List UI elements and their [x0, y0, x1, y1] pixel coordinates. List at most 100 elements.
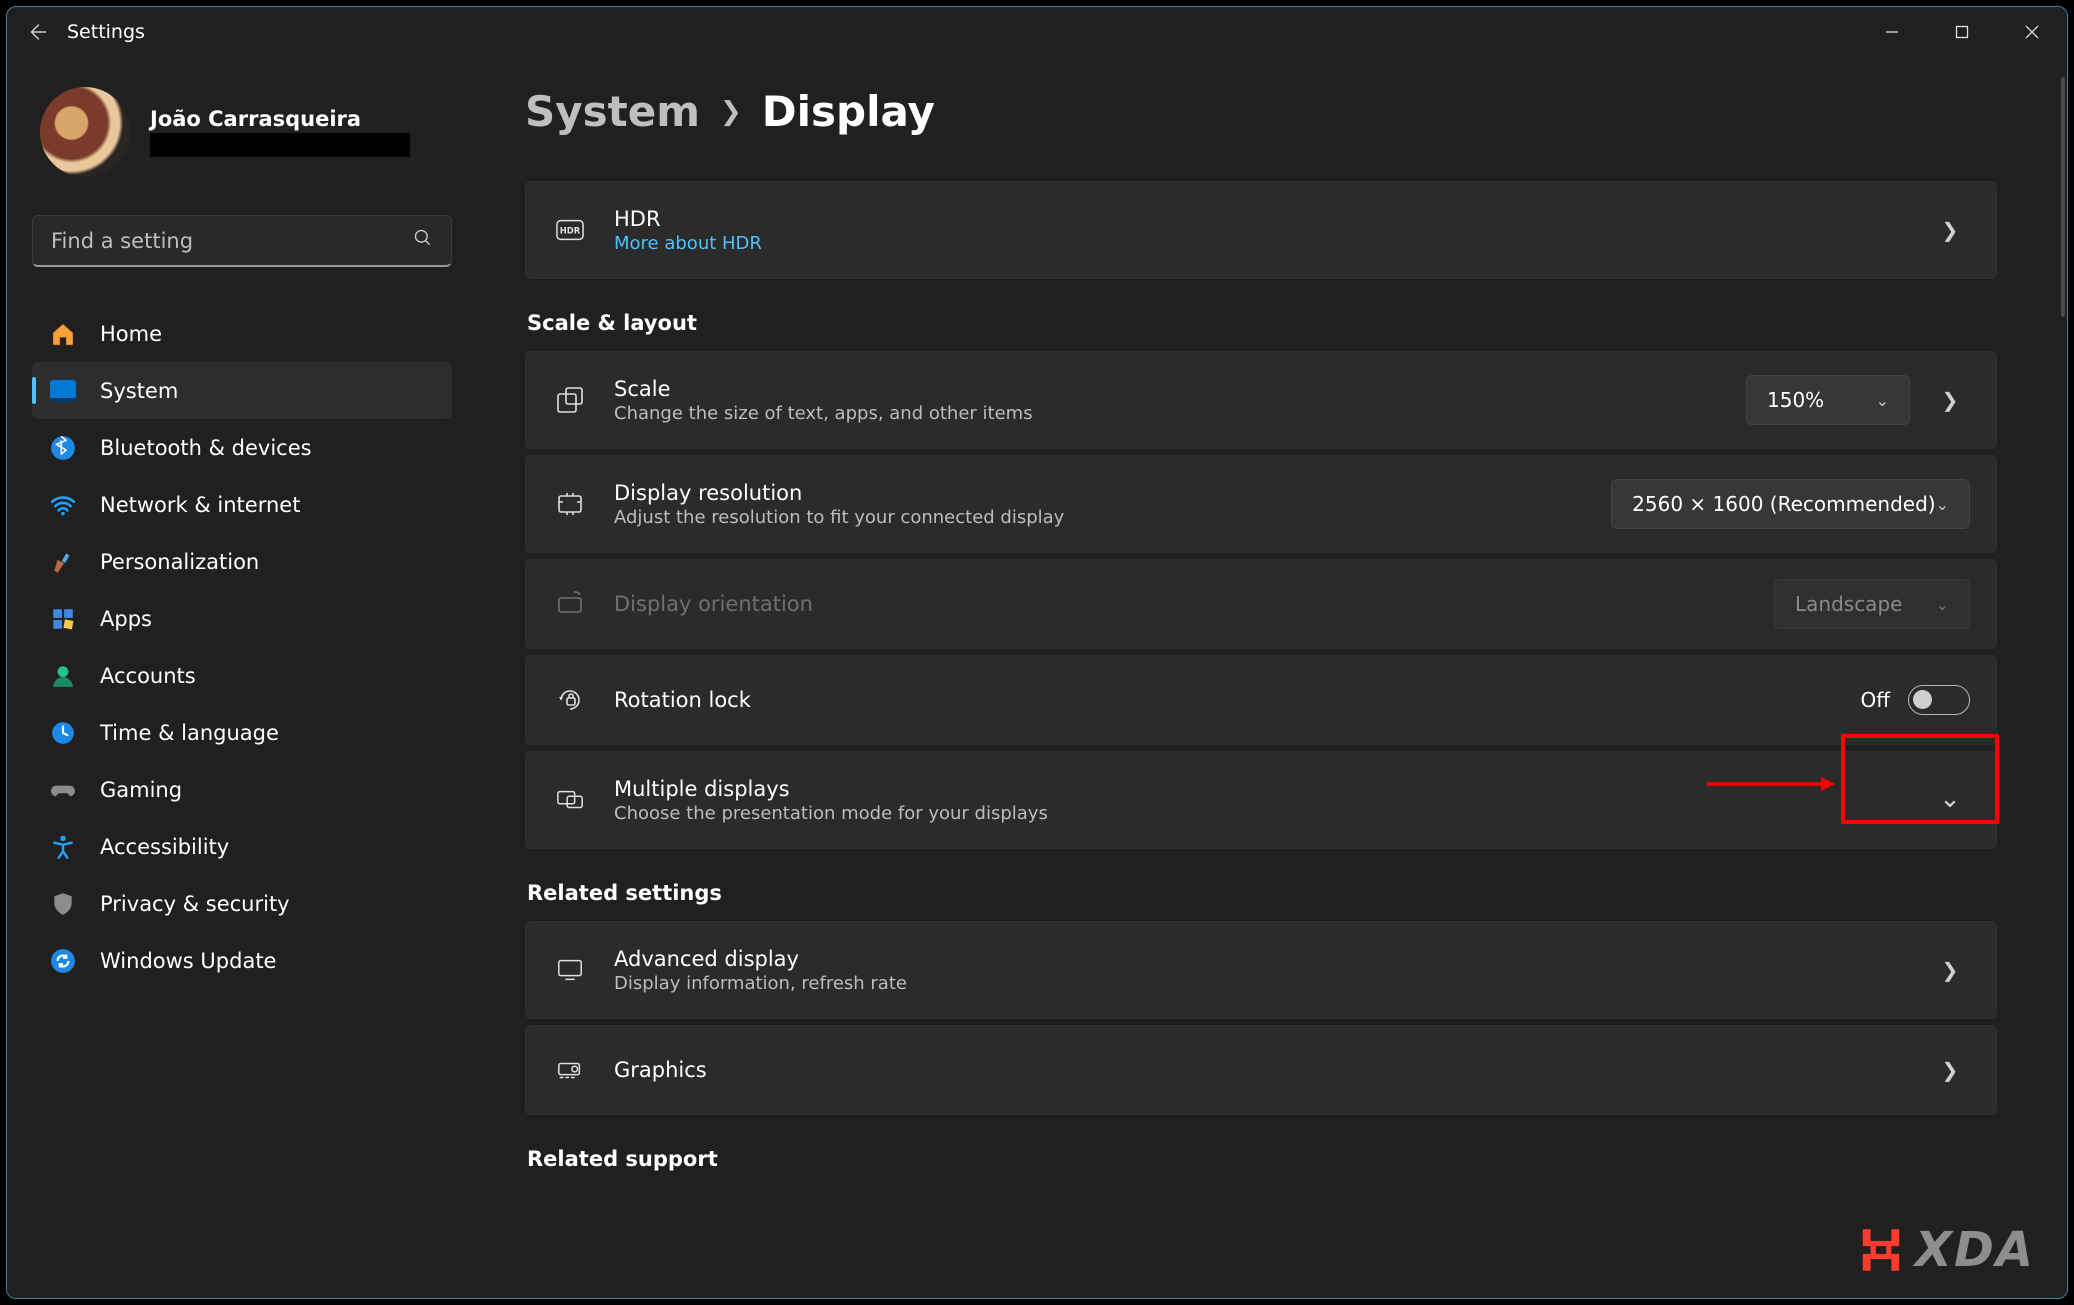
setting-rotation-lock[interactable]: Rotation lock Off	[525, 655, 1997, 745]
setting-multiple-displays[interactable]: Multiple displays Choose the presentatio…	[525, 751, 1997, 849]
gaming-icon	[50, 777, 76, 803]
close-button[interactable]	[1997, 7, 2067, 57]
settings-window: Settings João Carrasqueira	[6, 6, 2068, 1299]
card-subtitle: Change the size of text, apps, and other…	[614, 403, 1720, 424]
content-area[interactable]: System ❯ Display HDR HDR More about HDR …	[477, 57, 2067, 1298]
search-input[interactable]	[51, 229, 413, 253]
card-subtitle: Display information, refresh rate	[614, 973, 1904, 994]
sidebar-item-update[interactable]: Windows Update	[32, 932, 452, 989]
card-title: Graphics	[614, 1058, 1904, 1082]
sidebar-item-system[interactable]: System	[32, 362, 452, 419]
breadcrumb-parent[interactable]: System	[525, 87, 700, 136]
accessibility-icon	[50, 834, 76, 860]
user-email-redacted	[150, 133, 410, 157]
card-link[interactable]: More about HDR	[614, 233, 1904, 254]
search-input-container[interactable]	[32, 215, 452, 267]
window-title: Settings	[67, 21, 145, 43]
chevron-right-icon	[1930, 958, 1970, 982]
sidebar-item-apps[interactable]: Apps	[32, 590, 452, 647]
card-title: Rotation lock	[614, 688, 1834, 712]
multiple-displays-icon	[552, 786, 588, 814]
resolution-dropdown[interactable]: 2560 × 1600 (Recommended) ⌄	[1611, 479, 1970, 529]
sidebar-item-label: Apps	[100, 607, 152, 631]
personalization-icon	[50, 549, 76, 575]
chevron-right-icon	[1930, 218, 1970, 242]
chevron-right-icon: ❯	[720, 97, 742, 127]
sidebar-item-label: Network & internet	[100, 493, 300, 517]
sidebar-item-personalization[interactable]: Personalization	[32, 533, 452, 590]
sidebar-item-label: System	[100, 379, 178, 403]
accounts-icon	[50, 663, 76, 689]
home-icon	[50, 321, 76, 347]
sidebar-item-accessibility[interactable]: Accessibility	[32, 818, 452, 875]
maximize-button[interactable]	[1927, 7, 1997, 57]
user-profile[interactable]: João Carrasqueira	[32, 87, 452, 177]
scale-icon	[552, 386, 588, 414]
chevron-down-icon	[1930, 788, 1970, 812]
apps-icon	[50, 606, 76, 632]
sidebar-item-label: Time & language	[100, 721, 279, 745]
sidebar-item-label: Accessibility	[100, 835, 229, 859]
update-icon	[50, 948, 76, 974]
card-title: Multiple displays	[614, 777, 1904, 801]
xda-text: XDA	[1915, 1222, 2035, 1278]
setting-advanced-display[interactable]: Advanced display Display information, re…	[525, 921, 1997, 1019]
chevron-down-icon: ⌄	[1876, 391, 1889, 410]
rotation-lock-icon	[552, 686, 588, 714]
window-controls	[1857, 7, 2067, 57]
network-icon	[50, 492, 76, 518]
setting-graphics[interactable]: Graphics	[525, 1025, 1997, 1115]
section-related-support: Related support	[527, 1147, 1997, 1171]
setting-resolution[interactable]: Display resolution Adjust the resolution…	[525, 455, 1997, 553]
card-subtitle: Adjust the resolution to fit your connec…	[614, 507, 1585, 528]
orientation-dropdown: Landscape ⌄	[1774, 579, 1970, 629]
card-title: Display resolution	[614, 481, 1585, 505]
card-title: HDR	[614, 207, 1904, 231]
sidebar-item-accounts[interactable]: Accounts	[32, 647, 452, 704]
sidebar-item-network[interactable]: Network & internet	[32, 476, 452, 533]
svg-text:HDR: HDR	[560, 226, 581, 236]
dropdown-value: 150%	[1767, 388, 1824, 412]
setting-scale[interactable]: Scale Change the size of text, apps, and…	[525, 351, 1997, 449]
breadcrumb: System ❯ Display	[525, 87, 1997, 136]
chevron-down-icon: ⌄	[1936, 495, 1949, 514]
sidebar-item-privacy[interactable]: Privacy & security	[32, 875, 452, 932]
orientation-icon	[552, 590, 588, 618]
titlebar: Settings	[7, 7, 2067, 57]
sidebar-item-home[interactable]: Home	[32, 305, 452, 362]
card-subtitle: Choose the presentation mode for your di…	[614, 803, 1904, 824]
toggle-label: Off	[1860, 688, 1890, 712]
sidebar-item-label: Accounts	[100, 664, 196, 688]
sidebar: João Carrasqueira Home System Blu	[7, 57, 477, 1298]
minimize-button[interactable]	[1857, 7, 1927, 57]
breadcrumb-current: Display	[762, 87, 935, 136]
card-title: Advanced display	[614, 947, 1904, 971]
sidebar-item-label: Personalization	[100, 550, 259, 574]
hdr-icon: HDR	[552, 216, 588, 244]
scale-dropdown[interactable]: 150% ⌄	[1746, 375, 1910, 425]
sidebar-item-label: Windows Update	[100, 949, 276, 973]
time-icon	[50, 720, 76, 746]
user-name: João Carrasqueira	[150, 107, 410, 131]
sidebar-item-label: Privacy & security	[100, 892, 290, 916]
sidebar-item-label: Home	[100, 322, 162, 346]
graphics-icon	[552, 1056, 588, 1084]
sidebar-item-bluetooth[interactable]: Bluetooth & devices	[32, 419, 452, 476]
section-related-settings: Related settings	[527, 881, 1997, 905]
setting-orientation: Display orientation Landscape ⌄	[525, 559, 1997, 649]
system-icon	[50, 378, 76, 404]
sidebar-item-label: Bluetooth & devices	[100, 436, 312, 460]
section-scale-layout: Scale & layout	[527, 311, 1997, 335]
dropdown-value: Landscape	[1795, 592, 1902, 616]
card-title: Display orientation	[614, 592, 1748, 616]
sidebar-item-label: Gaming	[100, 778, 182, 802]
sidebar-item-time[interactable]: Time & language	[32, 704, 452, 761]
advanced-display-icon	[552, 956, 588, 984]
resolution-icon	[552, 490, 588, 518]
dropdown-value: 2560 × 1600 (Recommended)	[1632, 492, 1935, 516]
back-button[interactable]	[7, 21, 67, 43]
sidebar-item-gaming[interactable]: Gaming	[32, 761, 452, 818]
rotation-lock-toggle[interactable]	[1908, 685, 1970, 715]
setting-hdr[interactable]: HDR HDR More about HDR	[525, 181, 1997, 279]
chevron-down-icon: ⌄	[1936, 595, 1949, 614]
